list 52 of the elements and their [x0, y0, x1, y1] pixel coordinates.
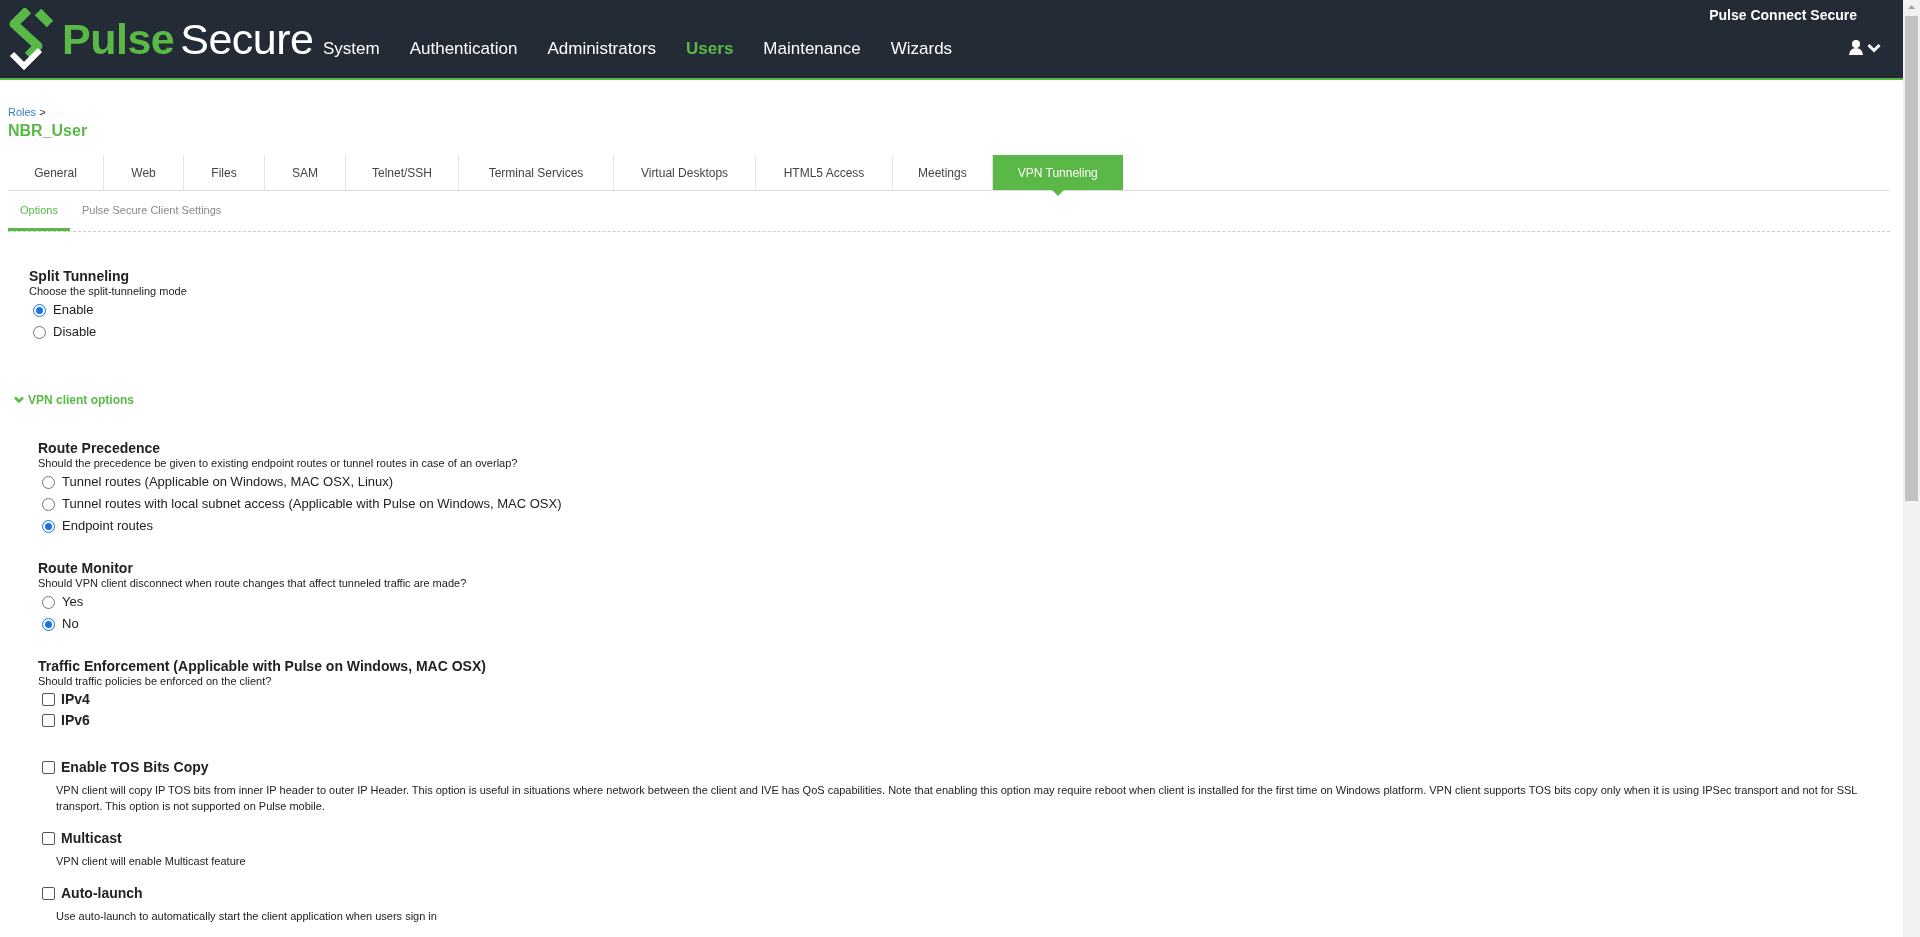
- checkbox[interactable]: [42, 887, 55, 900]
- nav-item[interactable]: System: [323, 39, 380, 59]
- brand-name: Secure: [180, 14, 314, 63]
- logo-icon: [8, 8, 56, 70]
- checkbox[interactable]: [42, 761, 55, 774]
- radio-button[interactable]: [33, 325, 46, 339]
- checkbox[interactable]: [42, 693, 55, 706]
- checkbox[interactable]: [42, 832, 55, 845]
- radio-button[interactable]: [42, 617, 55, 631]
- nav-item[interactable]: Administrators: [547, 39, 657, 59]
- section-title: Route Precedence: [38, 440, 162, 456]
- checkbox-label: IPv4: [61, 690, 90, 709]
- user-icon[interactable]: [1849, 40, 1863, 55]
- option-description: VPN client will copy IP TOS bits from inner IP header to outer IP Header. This option is useful in situations where network between the client and IVE has QoS capabilities. Note that enabling this option may require reboot when client is installed for the first time on Windows platform. VPN client supports TOS bits copy only when it is using IPSec transport and not for SSL transport. This option is not supported on Pulse mobile.: [55, 783, 1859, 814]
- checkbox-label: IPv6: [61, 711, 90, 730]
- section-title: Split Tunneling: [29, 268, 131, 284]
- breadcrumb-separator: >: [39, 106, 46, 118]
- option-label: Tunnel routes (Applicable on Windows, MAC OSX, Linux): [62, 473, 394, 491]
- section-description: Should the precedence be given to existing endpoint routes or tunnel routes in case of an overlap?: [38, 457, 519, 469]
- option-label: Enable: [53, 301, 94, 319]
- radio-button[interactable]: [42, 595, 55, 609]
- nav-item[interactable]: Maintenance: [763, 39, 861, 59]
- page-title: NBR_User: [8, 122, 89, 140]
- checkbox-label: Auto-launch: [61, 884, 143, 903]
- radio-button[interactable]: [42, 475, 55, 489]
- product-name: Pulse Connect Secure: [1709, 7, 1857, 23]
- section-description: Should traffic policies be enforced on the client?: [38, 675, 273, 687]
- nav-item[interactable]: Users: [686, 39, 734, 59]
- checkbox-label: Enable TOS Bits Copy: [61, 758, 209, 777]
- section-description: Should VPN client disconnect when route changes that affect tunneled traffic are made?: [38, 577, 468, 589]
- checkbox-label: Multicast: [61, 829, 122, 848]
- chevron-down-icon[interactable]: [1867, 42, 1881, 53]
- radio-button[interactable]: [42, 497, 55, 511]
- subtab[interactable]: Pulse Secure Client Settings: [69, 191, 234, 231]
- nav-item[interactable]: Authentication: [409, 39, 518, 59]
- option-description: VPN client will enable Multicast feature: [55, 854, 247, 869]
- option-label: Endpoint routes: [62, 517, 154, 535]
- checkbox[interactable]: [42, 714, 55, 727]
- option-label: Yes: [62, 593, 84, 611]
- option-label: Disable: [53, 323, 97, 341]
- section-title: Traffic Enforcement (Applicable with Pulse on Windows, MAC OSX): [38, 658, 487, 674]
- radio-button[interactable]: [42, 519, 55, 533]
- brand-name: Pulse: [62, 14, 175, 63]
- option-label: Tunnel routes with local subnet access (Applicable with Pulse on Windows, MAC OSX): [62, 495, 562, 513]
- tab-pointer-icon: [1051, 190, 1064, 196]
- radio-button[interactable]: [33, 303, 46, 317]
- option-label: No: [62, 615, 79, 633]
- option-description: Use auto-launch to automatically start the client application when users sign in: [55, 909, 438, 924]
- section-title: Route Monitor: [38, 560, 134, 576]
- nav-item[interactable]: Wizards: [890, 39, 953, 59]
- breadcrumb-link[interactable]: Roles: [8, 106, 37, 118]
- section-description: Choose the split-tunneling mode: [29, 285, 188, 297]
